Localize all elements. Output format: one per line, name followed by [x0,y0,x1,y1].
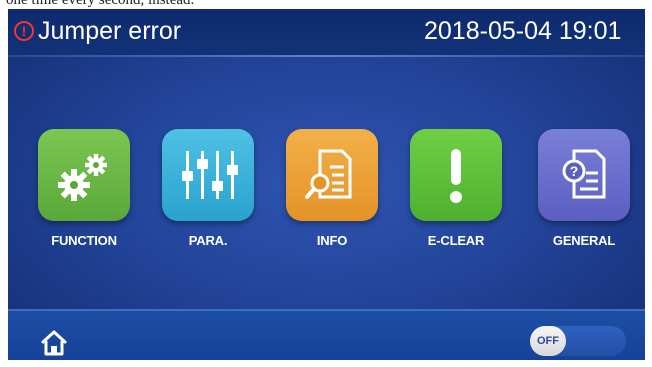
info-label: INFO [316,233,348,248]
exclamation-icon [450,149,462,203]
gears-icon [58,154,107,201]
caption-fragment: one time every second, instead. [0,0,652,9]
general-label: GENERAL [552,233,616,248]
para-tile[interactable] [162,129,254,221]
datetime: 2018-05-04 19:01 [424,17,622,45]
function-tile[interactable] [38,129,130,221]
general-tile[interactable]: ? [538,129,630,221]
e-clear-label: E-CLEAR [427,233,485,248]
sliders-icon [182,151,238,199]
e-clear-tile[interactable] [410,129,502,221]
help-document-icon: ? [562,149,606,199]
document-search-icon [305,149,352,199]
para-label: PARA. [188,233,228,248]
function-label: FUNCTION [51,233,117,248]
off-toggle[interactable]: OFF [530,326,626,356]
home-icon[interactable] [40,329,68,357]
info-tile[interactable] [286,129,378,221]
toggle-knob[interactable]: OFF [530,326,566,356]
error-title: Jumper error [38,17,182,45]
caption-text: one time every second, instead. [6,0,195,8]
exclamation-circle-icon[interactable]: ! [14,21,34,41]
svg-text:?: ? [570,163,579,179]
bottom-bar: OFF [8,309,645,360]
device-screen: ! Jumper error 2018-05-04 19:01 FUNCTION… [8,9,645,360]
status-bar: ! Jumper error 2018-05-04 19:01 [8,9,645,57]
